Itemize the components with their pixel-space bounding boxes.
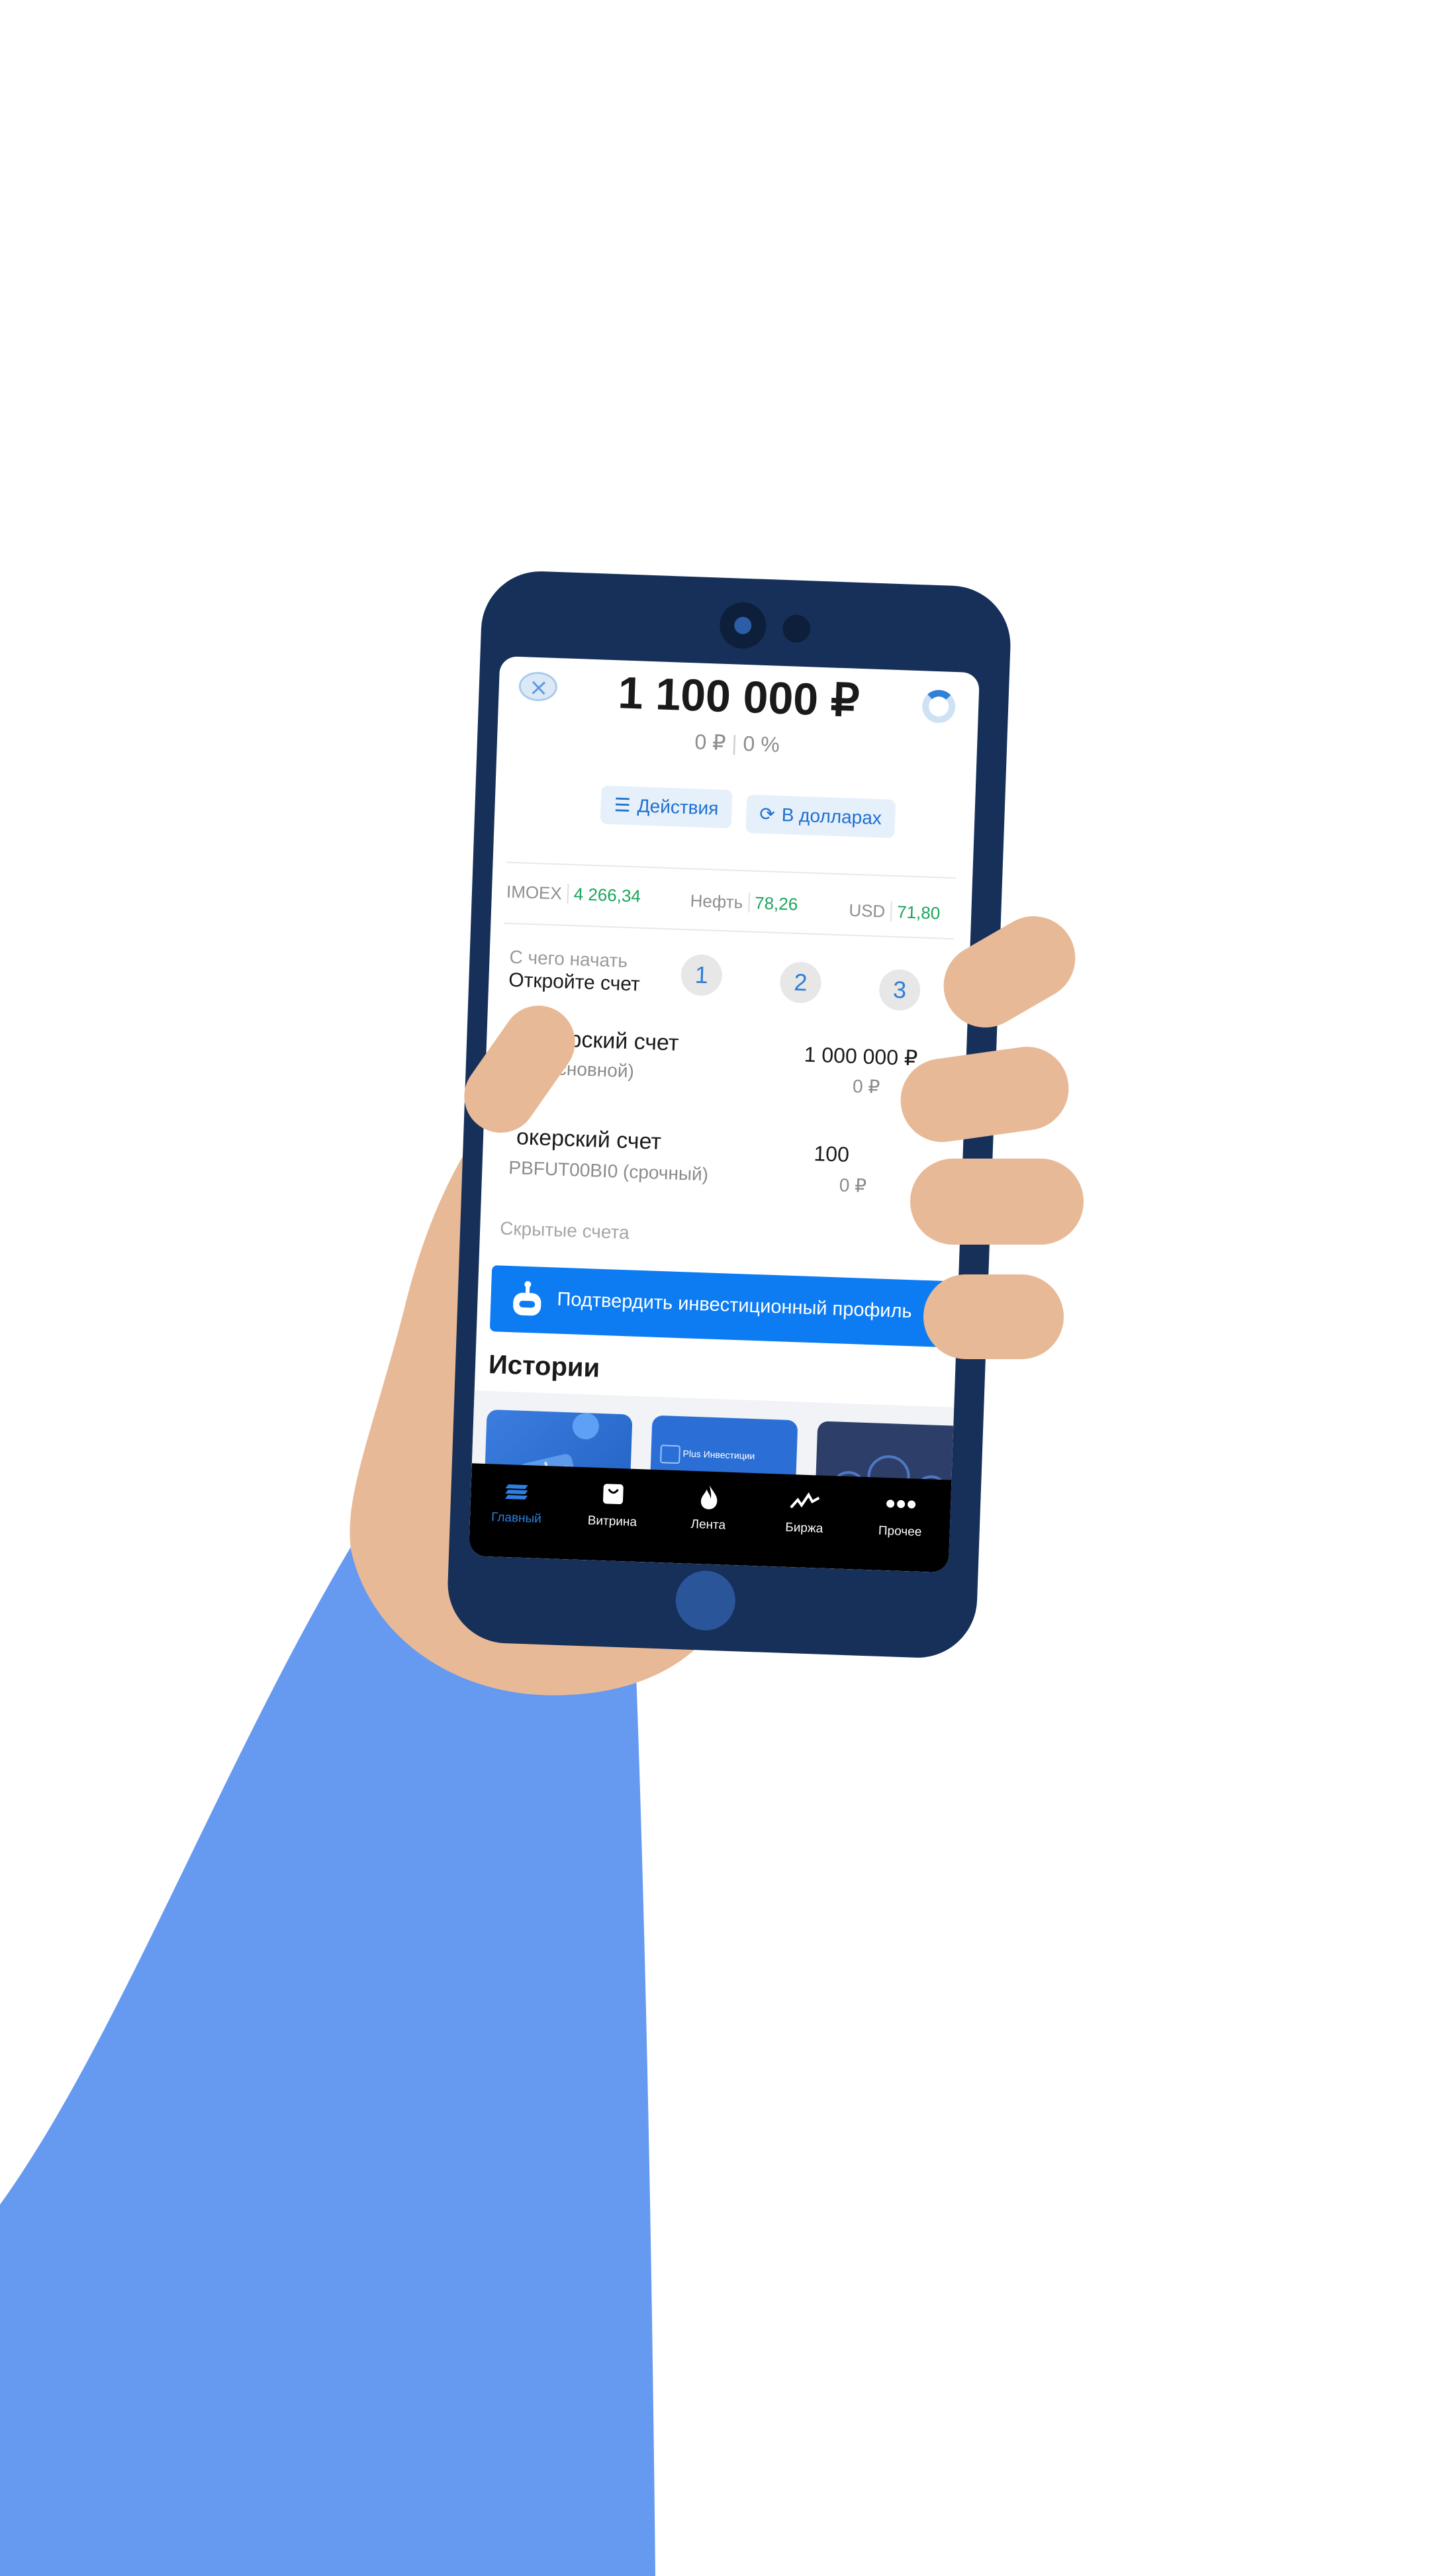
- thumb-shape: [464, 1006, 575, 1133]
- finger-1-shape: [943, 916, 1076, 1027]
- finger-3-shape: [910, 1159, 1084, 1245]
- fingers-illustration: [464, 916, 1084, 1359]
- illustration-scene: 1 100 000 ₽ 0 ₽ | 0 % ☰ Действия ⟳ В долла…: [0, 0, 1449, 2576]
- finger-4-shape: [923, 1274, 1064, 1359]
- finger-2-shape: [900, 1047, 1069, 1143]
